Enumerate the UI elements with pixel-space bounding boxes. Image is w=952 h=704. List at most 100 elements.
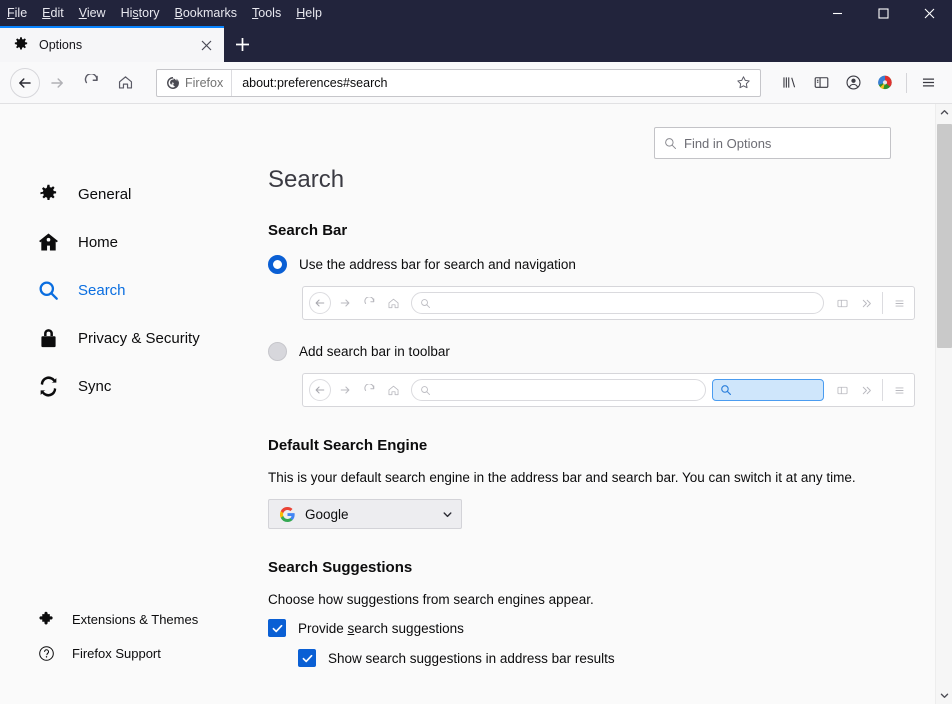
sidebar-icon[interactable] <box>805 67 837 99</box>
radio-indicator-search-bar[interactable] <box>268 342 287 361</box>
identity-label: Firefox <box>185 75 224 90</box>
url-bar[interactable]: Firefox about:preferences#search <box>156 68 761 97</box>
bookmark-star-icon[interactable] <box>727 75 760 90</box>
google-g-icon <box>280 506 295 522</box>
sidebar-label-home: Home <box>78 233 119 251</box>
forward-button[interactable] <box>40 66 74 100</box>
default-engine-description: This is your default search engine in th… <box>268 470 856 485</box>
firefox-icon <box>167 76 179 89</box>
title-bar: File Edit View History Bookmarks Tools H… <box>0 0 952 26</box>
checkbox-indicator[interactable] <box>268 619 286 637</box>
preview-menu-icon <box>887 291 911 315</box>
radio-label-search-bar: Add search bar in toolbar <box>299 344 450 359</box>
sidebar-label-firefox-support: Firefox Support <box>72 645 161 661</box>
sidebar-nav-list: General Home Search Privacy & Security S… <box>0 170 268 410</box>
close-icon[interactable] <box>196 35 216 55</box>
maximize-button[interactable] <box>860 0 906 26</box>
home-button[interactable] <box>108 66 142 100</box>
back-button[interactable] <box>10 67 40 98</box>
preview-separator <box>882 379 883 401</box>
checkbox-indicator[interactable] <box>298 649 316 667</box>
sidebar-item-sync[interactable]: Sync <box>36 362 268 410</box>
default-engine-heading: Default Search Engine <box>268 437 428 454</box>
radio-label-address-bar: Use the address bar for search and navig… <box>299 257 576 272</box>
menu-tools[interactable]: Tools <box>252 0 281 26</box>
puzzle-icon <box>36 609 56 629</box>
checkbox-label-show-suggestions: Show search suggestions in address bar r… <box>328 650 615 666</box>
radio-address-bar[interactable]: Use the address bar for search and navig… <box>268 255 915 274</box>
default-engine-dropdown[interactable]: Google <box>268 499 462 529</box>
navigation-toolbar: Firefox about:preferences#search <box>0 62 952 104</box>
gear-icon <box>36 182 60 206</box>
preview-overflow-icon <box>854 291 878 315</box>
url-text[interactable]: about:preferences#search <box>232 76 727 90</box>
preferences-main: Search Search Bar Use the address bar fo… <box>268 104 935 704</box>
default-search-engine-group: Default Search Engine This is your defau… <box>268 437 915 529</box>
preview-reload-icon <box>357 291 381 315</box>
sidebar-item-firefox-support[interactable]: Firefox Support <box>36 636 198 670</box>
search-suggestions-group: Search Suggestions Choose how suggestion… <box>268 559 915 667</box>
search-icon <box>664 137 677 150</box>
radio-indicator-address-bar[interactable] <box>268 255 287 274</box>
scroll-up-icon[interactable] <box>936 104 952 121</box>
sidebar-label-extensions-themes: Extensions & Themes <box>72 611 199 627</box>
menu-view[interactable]: View <box>79 0 106 26</box>
page-title: Search <box>268 166 345 193</box>
preview-url-field <box>411 292 824 314</box>
sidebar-item-home[interactable]: Home <box>36 218 268 266</box>
preview-sidebar-icon <box>830 291 854 315</box>
find-in-options-box[interactable] <box>654 127 891 159</box>
content-area: General Home Search Privacy & Security S… <box>0 104 952 704</box>
checkbox-show-suggestions-address-bar[interactable]: Show search suggestions in address bar r… <box>298 649 915 667</box>
identity-box[interactable]: Firefox <box>157 69 233 96</box>
radio-search-bar[interactable]: Add search bar in toolbar <box>268 342 915 361</box>
default-engine-value: Google <box>305 506 349 522</box>
toolbar-preview-search-bar <box>302 373 915 407</box>
preview-forward-icon <box>333 291 357 315</box>
toolbar-icons <box>773 67 944 99</box>
sidebar-label-privacy-security: Privacy & Security <box>78 329 200 347</box>
app-menu-icon[interactable] <box>912 67 944 99</box>
sidebar-item-privacy-security[interactable]: Privacy & Security <box>36 314 268 362</box>
minimize-button[interactable] <box>814 0 860 26</box>
account-icon[interactable] <box>837 67 869 99</box>
menu-file[interactable]: File <box>7 0 27 26</box>
sidebar-item-search[interactable]: Search <box>36 266 268 314</box>
preview-reload-icon <box>357 378 381 402</box>
new-tab-button[interactable] <box>224 26 260 62</box>
preview-back-icon <box>309 292 331 314</box>
scroll-thumb[interactable] <box>937 124 952 348</box>
preview-home-icon <box>381 378 405 402</box>
lock-icon <box>36 326 60 350</box>
library-icon[interactable] <box>773 67 805 99</box>
search-bar-group: Search Bar Use the address bar for searc… <box>268 222 915 407</box>
suggestions-description: Choose how suggestions from search engin… <box>268 592 594 607</box>
search-bar-heading: Search Bar <box>268 222 348 239</box>
menu-history[interactable]: History <box>121 0 160 26</box>
question-circle-icon <box>36 643 56 663</box>
preferences-pane: General Home Search Privacy & Security S… <box>0 104 935 704</box>
sidebar-label-general: General <box>78 185 132 203</box>
search-input[interactable] <box>684 135 881 151</box>
vertical-scrollbar[interactable] <box>935 104 952 704</box>
gear-icon <box>12 36 30 54</box>
menu-bookmarks[interactable]: Bookmarks <box>175 0 238 26</box>
reload-button[interactable] <box>74 66 108 100</box>
preview-home-icon <box>381 291 405 315</box>
tab-strip: Options <box>0 26 952 62</box>
sync-icon <box>36 374 60 398</box>
menu-help[interactable]: Help <box>296 0 322 26</box>
menu-edit[interactable]: Edit <box>42 0 64 26</box>
preview-url-field <box>411 379 706 401</box>
preview-back-icon <box>309 379 331 401</box>
sidebar-item-extensions-themes[interactable]: Extensions & Themes <box>36 602 198 636</box>
sidebar-item-general[interactable]: General <box>36 170 268 218</box>
sidebar-label-sync: Sync <box>78 377 112 395</box>
toolbar-preview-address-bar <box>302 286 915 320</box>
scroll-down-icon[interactable] <box>936 687 952 704</box>
preview-forward-icon <box>333 378 357 402</box>
checkbox-provide-search-suggestions[interactable]: Provide search suggestions <box>268 619 915 637</box>
extension-globe-icon[interactable] <box>869 67 901 99</box>
tab-options[interactable]: Options <box>0 26 224 62</box>
close-button[interactable] <box>906 0 952 26</box>
